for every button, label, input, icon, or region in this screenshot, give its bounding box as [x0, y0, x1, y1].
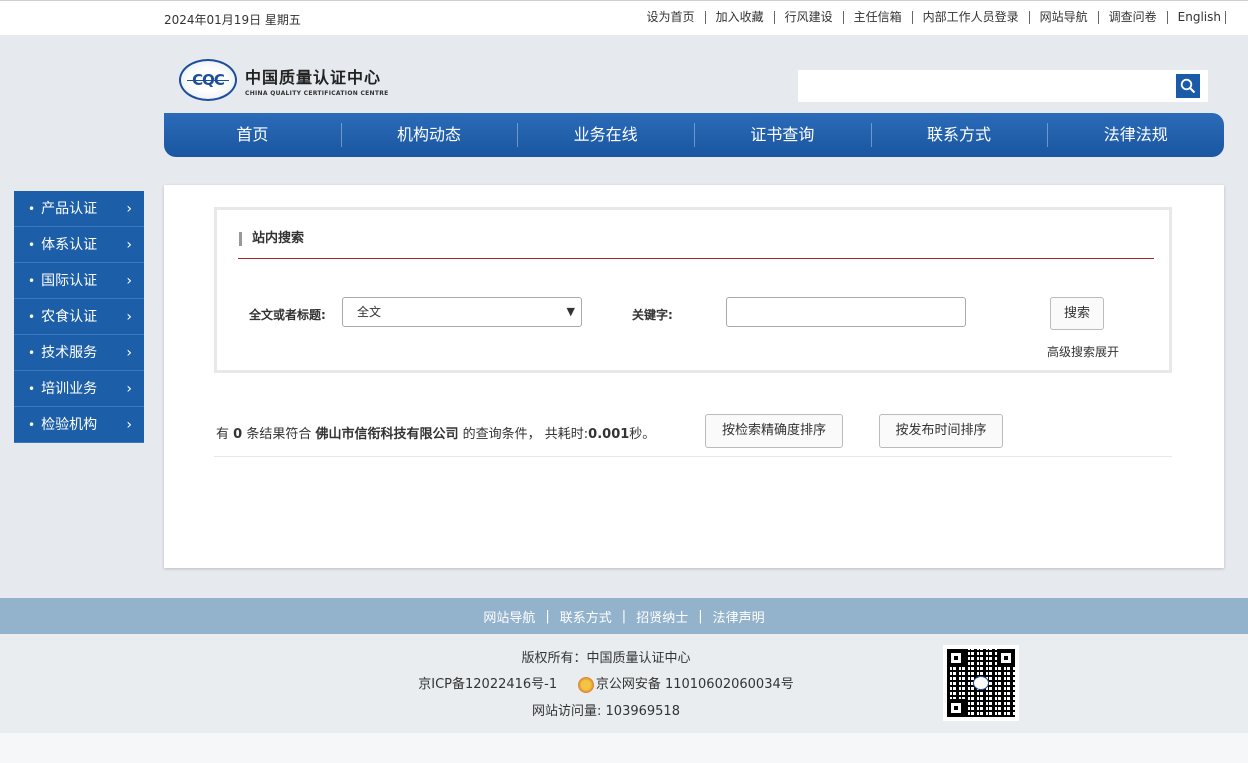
registration-info: 京ICP备12022416号-1 京公网安备 11010602060034号	[0, 673, 1212, 693]
sidebar-item-inspection[interactable]: • 检验机构 ›	[14, 407, 144, 443]
top-bar: 2024年01月19日 星期五 设为首页 加入收藏 行风建设 主任信箱 内部工作…	[0, 0, 1248, 35]
nav-contact[interactable]: 联系方式	[870, 113, 1048, 157]
nav-laws[interactable]: 法律法规	[1047, 113, 1224, 157]
chevron-right-icon: ›	[126, 417, 132, 433]
sidebar-item-tech-service[interactable]: • 技术服务 ›	[14, 335, 144, 371]
footer-nav: 网站导航 | 联系方式 | 招贤纳士 | 法律声明	[0, 598, 1248, 634]
sidebar-item-training[interactable]: • 培训业务 ›	[14, 371, 144, 407]
advanced-search-toggle[interactable]: 高级搜索展开	[1047, 343, 1119, 360]
logo-en-name: CHINA QUALITY CERTIFICATION CENTRE	[245, 89, 389, 97]
logo-cn-name: 中国质量认证中心	[245, 67, 382, 87]
chevron-right-icon: ›	[126, 201, 132, 217]
top-links: 设为首页 加入收藏 行风建设 主任信箱 内部工作人员登录 网站导航 调查问卷 E…	[637, 11, 1226, 24]
result-divider	[214, 456, 1172, 457]
search-button[interactable]: 搜索	[1050, 297, 1104, 330]
top-link-site-nav[interactable]: 网站导航	[1030, 11, 1099, 24]
site-search-button[interactable]	[1176, 74, 1200, 98]
chevron-down-icon: ▼	[566, 305, 575, 318]
visit-counter: 网站访问量: 103969518	[532, 704, 680, 719]
sidebar-item-product-cert[interactable]: • 产品认证 ›	[14, 191, 144, 227]
qr-code-icon	[943, 645, 1019, 721]
cqc-logo-icon: CQC	[179, 59, 237, 101]
top-link-staff-login[interactable]: 内部工作人员登录	[913, 11, 1030, 24]
result-time: 0.001	[588, 427, 630, 442]
footer-link-legal[interactable]: 法律声明	[703, 607, 775, 626]
footer-link-contact[interactable]: 联系方式	[550, 607, 622, 626]
result-count: 0	[233, 427, 243, 442]
sort-by-relevance-button[interactable]: 按检索精确度排序	[705, 414, 843, 448]
footer-link-site-nav[interactable]: 网站导航	[473, 607, 545, 626]
chevron-right-icon: ›	[126, 309, 132, 325]
sidebar: • 产品认证 › • 体系认证 › • 国际认证 › • 农食认证 › • 技术服务 › • 培训业务…	[14, 191, 144, 443]
search-form: 站内搜索 全文或者标题: 全文 ▼ 关键字: 搜索 高级搜索展开	[214, 207, 1172, 373]
top-link-set-homepage[interactable]: 设为首页	[637, 11, 706, 24]
footer: 版权所有：中国质量认证中心 京ICP备12022416号-1 京公网安备 110…	[0, 634, 1248, 733]
top-link-conduct[interactable]: 行风建设	[775, 11, 844, 24]
sidebar-item-agri-food-cert[interactable]: • 农食认证 ›	[14, 299, 144, 335]
scope-select[interactable]: 全文 ▼	[342, 297, 582, 327]
divider	[238, 258, 1154, 259]
nav-news[interactable]: 机构动态	[340, 113, 518, 157]
site-search	[798, 70, 1208, 102]
result-summary: 有 0 条结果符合 佛山市信衔科技有限公司 的查询条件， 共耗时:0.001秒。	[216, 427, 656, 442]
sort-by-time-button[interactable]: 按发布时间排序	[879, 414, 1003, 448]
nav-business-online[interactable]: 业务在线	[517, 113, 694, 157]
main-nav: 首页 机构动态 业务在线 证书查询 联系方式 法律法规	[164, 113, 1224, 157]
top-link-survey[interactable]: 调查问卷	[1099, 11, 1168, 24]
footer-link-careers[interactable]: 招贤纳士	[626, 607, 698, 626]
top-link-director-mailbox[interactable]: 主任信箱	[844, 11, 913, 24]
current-date: 2024年01月19日 星期五	[164, 13, 301, 27]
top-link-english[interactable]: English	[1168, 11, 1226, 24]
sidebar-item-intl-cert[interactable]: • 国际认证 ›	[14, 263, 144, 299]
top-link-add-favorite[interactable]: 加入收藏	[706, 11, 775, 24]
nav-certificate-query[interactable]: 证书查询	[694, 113, 871, 157]
sidebar-item-system-cert[interactable]: • 体系认证 ›	[14, 227, 144, 263]
site-logo[interactable]: CQC 中国质量认证中心 CHINA QUALITY CERTIFICATION…	[179, 58, 389, 102]
police-badge-icon	[577, 676, 594, 693]
chevron-right-icon: ›	[126, 381, 132, 397]
chevron-right-icon: ›	[126, 273, 132, 289]
result-query: 佛山市信衔科技有限公司	[315, 427, 459, 442]
nav-home[interactable]: 首页	[164, 113, 341, 157]
scope-label: 全文或者标题:	[249, 308, 326, 322]
chevron-right-icon: ›	[126, 237, 132, 253]
page-bottom	[0, 733, 1248, 763]
icp-link[interactable]: 京ICP备12022416号-1	[418, 677, 557, 692]
copyright: 版权所有：中国质量认证中心	[521, 651, 691, 666]
search-icon	[1180, 78, 1196, 94]
chevron-right-icon: ›	[126, 345, 132, 361]
keyword-input[interactable]	[726, 297, 966, 327]
police-record-link[interactable]: 京公网安备 11010602060034号	[596, 677, 794, 692]
site-search-input[interactable]	[798, 70, 1174, 102]
keyword-label: 关键字:	[632, 308, 673, 322]
search-form-title: 站内搜索	[239, 232, 304, 246]
main-panel: 站内搜索 全文或者标题: 全文 ▼ 关键字: 搜索 高级搜索展开 有 0 条结果…	[164, 185, 1224, 568]
